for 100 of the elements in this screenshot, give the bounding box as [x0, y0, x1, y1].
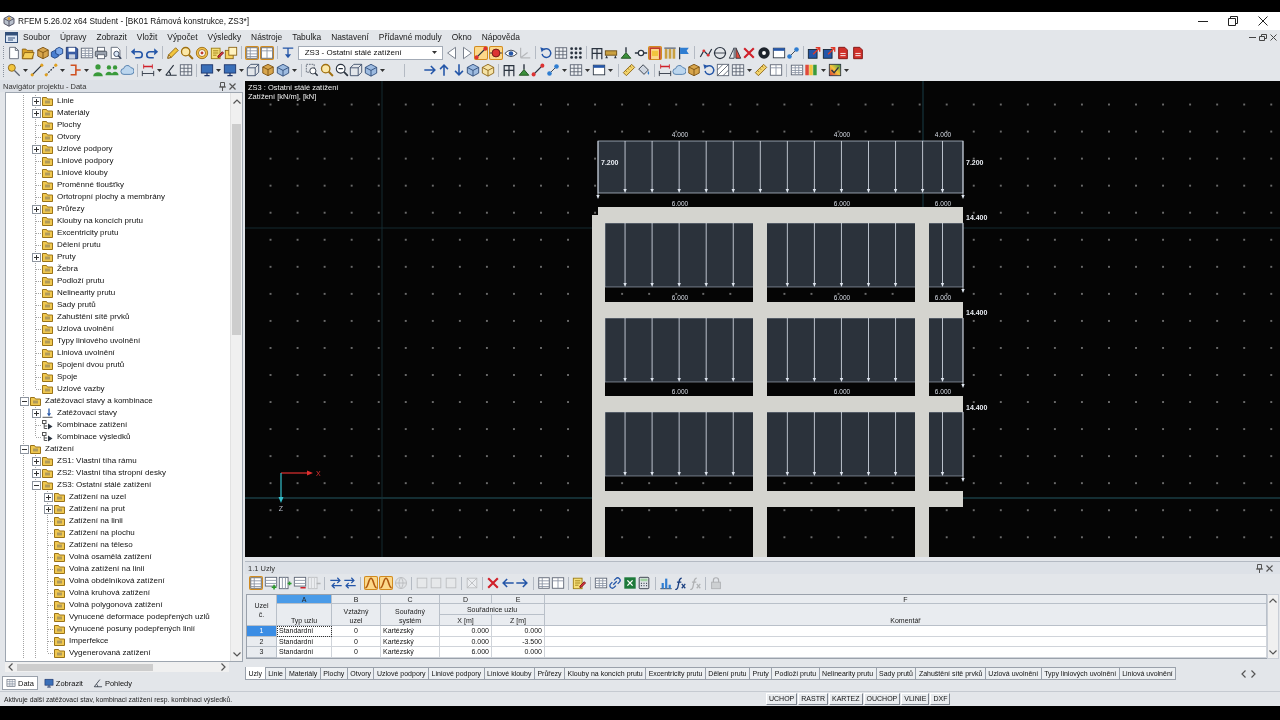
line-icon[interactable]: [29, 63, 44, 77]
document-export-icon[interactable]: [836, 45, 851, 60]
new-document-icon[interactable]: [6, 45, 21, 60]
restore-icon[interactable]: [1228, 16, 1238, 26]
tree-item[interactable]: Materiály: [57, 107, 90, 119]
tree-item[interactable]: Volná obdélníková zatížení: [69, 575, 165, 587]
tree-item[interactable]: Klouby na koncích prutu: [57, 215, 143, 227]
tree-item[interactable]: ZS2: Vlastní tíha stropní desky: [57, 467, 166, 479]
menu-item[interactable]: Přídavné moduly: [373, 32, 447, 42]
tree-item[interactable]: Uzlové vazby: [57, 383, 105, 395]
tree-item[interactable]: Liniové klouby: [57, 167, 108, 179]
tree-item[interactable]: Zatížení na těleso: [69, 539, 133, 551]
expand-icon[interactable]: [31, 204, 41, 214]
export-icon[interactable]: [821, 45, 836, 60]
scrollbar[interactable]: [5, 662, 229, 672]
grid-icon[interactable]: [554, 45, 568, 60]
curve-icon[interactable]: [364, 576, 379, 590]
menu-item[interactable]: Okno: [446, 32, 477, 42]
link-icon[interactable]: [608, 576, 623, 590]
scrollbar[interactable]: [230, 93, 242, 661]
restore-icon[interactable]: [1259, 33, 1267, 41]
insert-column-icon[interactable]: [278, 576, 293, 590]
load-case-select[interactable]: ZS3 - Ostatní stálé zatížení: [297, 45, 443, 60]
tree-item[interactable]: Spoje: [57, 371, 78, 383]
scrollbar[interactable]: [1267, 594, 1279, 659]
frame-icon[interactable]: [589, 45, 604, 60]
tree-item[interactable]: Dělení prutu: [57, 239, 101, 251]
tree-item[interactable]: Proměnné tloušťky: [57, 179, 125, 191]
member-icon[interactable]: [531, 63, 546, 77]
split-view-icon[interactable]: [259, 45, 274, 60]
tree-item[interactable]: Zahuštění sítě prvků: [57, 311, 130, 323]
tree-item[interactable]: Průřezy: [57, 203, 85, 215]
caret-icon[interactable]: [585, 68, 591, 72]
caret-icon[interactable]: [60, 68, 66, 72]
window-icon[interactable]: [592, 63, 607, 77]
menu-item[interactable]: Tabulka: [287, 32, 327, 42]
split-view-icon[interactable]: [551, 576, 566, 590]
caret-icon[interactable]: [608, 68, 614, 72]
wireframe-cube-icon[interactable]: [246, 63, 261, 77]
tree-item[interactable]: Volná kruhová zatížení: [69, 587, 150, 599]
table-icon[interactable]: [79, 45, 94, 60]
table-view-icon[interactable]: [245, 45, 260, 60]
hatch-icon[interactable]: [716, 63, 731, 77]
caret-icon[interactable]: [216, 68, 222, 72]
tree-item[interactable]: Vynucené deformace podepřených uzlů: [69, 611, 210, 623]
arrows-icon[interactable]: [343, 576, 358, 590]
grid-icon[interactable]: [569, 63, 584, 77]
load-icon[interactable]: [281, 45, 296, 60]
scroll-left-icon[interactable]: [8, 663, 13, 671]
tree-item[interactable]: Kombinace zatížení: [57, 419, 128, 431]
delete-row-icon[interactable]: [292, 576, 307, 590]
nodes-icon[interactable]: [786, 45, 801, 60]
function-icon[interactable]: [673, 576, 688, 590]
tree-item[interactable]: Volná osamělá zatížení: [69, 551, 152, 563]
bar-chart-icon[interactable]: [658, 576, 673, 590]
tree-item[interactable]: Zatížení na plochu: [69, 527, 135, 539]
tree-item[interactable]: Vygenerovaná zatížení: [69, 647, 151, 659]
filled-frame-icon[interactable]: [648, 45, 663, 60]
rotate-icon[interactable]: [701, 63, 716, 77]
caret-icon[interactable]: [432, 51, 438, 54]
expand-icon[interactable]: [43, 504, 53, 514]
scroll-up-icon[interactable]: [232, 99, 241, 104]
collapse-icon[interactable]: [19, 444, 29, 454]
delete-icon[interactable]: [486, 576, 501, 590]
document-export-icon[interactable]: [851, 45, 866, 60]
tree-item[interactable]: Otvory: [57, 131, 81, 143]
tree-item[interactable]: Zatěžovací stavy a kombinace: [45, 395, 153, 407]
menu-item[interactable]: Úpravy: [55, 32, 92, 42]
redo-icon[interactable]: [144, 45, 159, 60]
caret-icon[interactable]: [157, 68, 163, 72]
dimension-icon[interactable]: [141, 63, 156, 77]
caret-icon[interactable]: [562, 68, 568, 72]
export-icon[interactable]: [807, 45, 822, 60]
tree-item[interactable]: Zatížení: [45, 443, 74, 455]
undo-icon[interactable]: [129, 45, 144, 60]
curve-icon[interactable]: [378, 576, 393, 590]
zoom-out-icon[interactable]: [334, 63, 349, 77]
tree-item[interactable]: Plochy: [57, 119, 81, 131]
shaded-cube-icon[interactable]: [466, 63, 481, 77]
scroll-down-icon[interactable]: [232, 652, 241, 657]
printer-icon[interactable]: [94, 45, 109, 60]
scrollbar-thumb[interactable]: [232, 124, 241, 335]
arrow-right-icon[interactable]: [515, 576, 530, 590]
table-view-icon[interactable]: [249, 576, 263, 590]
arrows-icon[interactable]: [328, 576, 343, 590]
expand-icon[interactable]: [31, 144, 41, 154]
scroll-right-icon[interactable]: [221, 663, 226, 671]
expand-icon[interactable]: [31, 408, 41, 418]
tree-item[interactable]: Nelinearity prutu: [57, 287, 116, 299]
calculator-icon[interactable]: [637, 576, 652, 590]
delete-icon[interactable]: [742, 45, 757, 60]
caret-icon[interactable]: [291, 68, 297, 72]
scrollbar-thumb[interactable]: [17, 663, 153, 671]
caret-icon[interactable]: [239, 68, 245, 72]
collapse-icon[interactable]: [19, 396, 29, 406]
window-icon[interactable]: [771, 45, 786, 60]
tree-item[interactable]: Kombinace výsledků: [57, 431, 131, 443]
tree-item[interactable]: Liniové podpory: [57, 155, 114, 167]
caret-icon[interactable]: [22, 68, 28, 72]
print-preview-icon[interactable]: [108, 45, 123, 60]
